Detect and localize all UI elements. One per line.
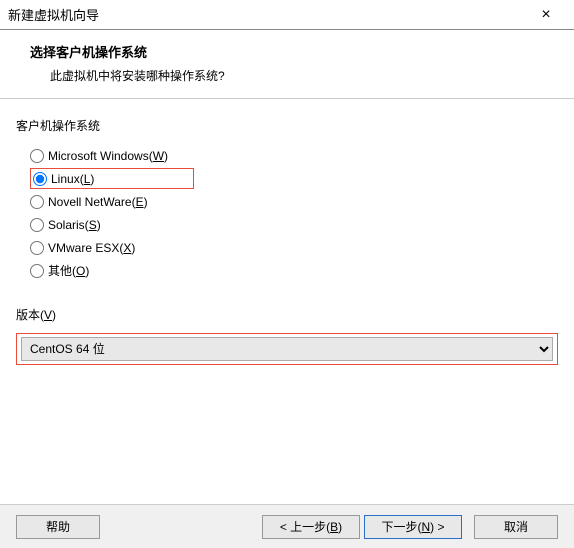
- radio-label: Novell NetWare(E): [48, 195, 148, 209]
- version-select-highlight: CentOS 64 位: [16, 333, 558, 365]
- cancel-button[interactable]: 取消: [474, 515, 558, 539]
- radio-windows[interactable]: Microsoft Windows(W): [28, 144, 558, 167]
- next-button[interactable]: 下一步(N) >: [364, 515, 462, 539]
- radio-linux[interactable]: Linux(L): [30, 168, 194, 189]
- guest-os-radios: Microsoft Windows(W) Linux(L) Novell Net…: [16, 144, 558, 282]
- radio-windows-input[interactable]: [30, 149, 44, 163]
- radio-solaris[interactable]: Solaris(S): [28, 213, 558, 236]
- radio-label: 其他(O): [48, 262, 89, 279]
- version-select[interactable]: CentOS 64 位: [21, 337, 553, 361]
- page-subtitle: 此虚拟机中将安装哪种操作系统?: [30, 67, 554, 84]
- page-title: 选择客户机操作系统: [30, 42, 554, 61]
- radio-label: Solaris(S): [48, 218, 101, 232]
- titlebar: 新建虚拟机向导 ×: [0, 0, 574, 30]
- radio-label: Microsoft Windows(W): [48, 149, 168, 163]
- wizard-header: 选择客户机操作系统 此虚拟机中将安装哪种操作系统?: [0, 30, 574, 99]
- radio-other-input[interactable]: [30, 264, 44, 278]
- window-title: 新建虚拟机向导: [8, 5, 526, 24]
- back-button[interactable]: < 上一步(B): [262, 515, 360, 539]
- radio-linux-row: Linux(L): [28, 167, 558, 190]
- radio-label: VMware ESX(X): [48, 241, 135, 255]
- radio-other[interactable]: 其他(O): [28, 259, 558, 282]
- help-button[interactable]: 帮助: [16, 515, 100, 539]
- radio-vmwareesx[interactable]: VMware ESX(X): [28, 236, 558, 259]
- wizard-content: 客户机操作系统 Microsoft Windows(W) Linux(L) No…: [0, 99, 574, 375]
- radio-solaris-input[interactable]: [30, 218, 44, 232]
- version-block: 版本(V) CentOS 64 位: [16, 306, 558, 365]
- radio-label: Linux(L): [51, 172, 94, 186]
- version-label: 版本(V): [16, 306, 558, 323]
- radio-novell[interactable]: Novell NetWare(E): [28, 190, 558, 213]
- guest-os-label: 客户机操作系统: [16, 117, 558, 134]
- radio-vmwareesx-input[interactable]: [30, 241, 44, 255]
- wizard-footer: 帮助 < 上一步(B) 下一步(N) > 取消: [0, 504, 574, 548]
- radio-novell-input[interactable]: [30, 195, 44, 209]
- radio-linux-input[interactable]: [33, 172, 47, 186]
- close-icon[interactable]: ×: [526, 6, 566, 24]
